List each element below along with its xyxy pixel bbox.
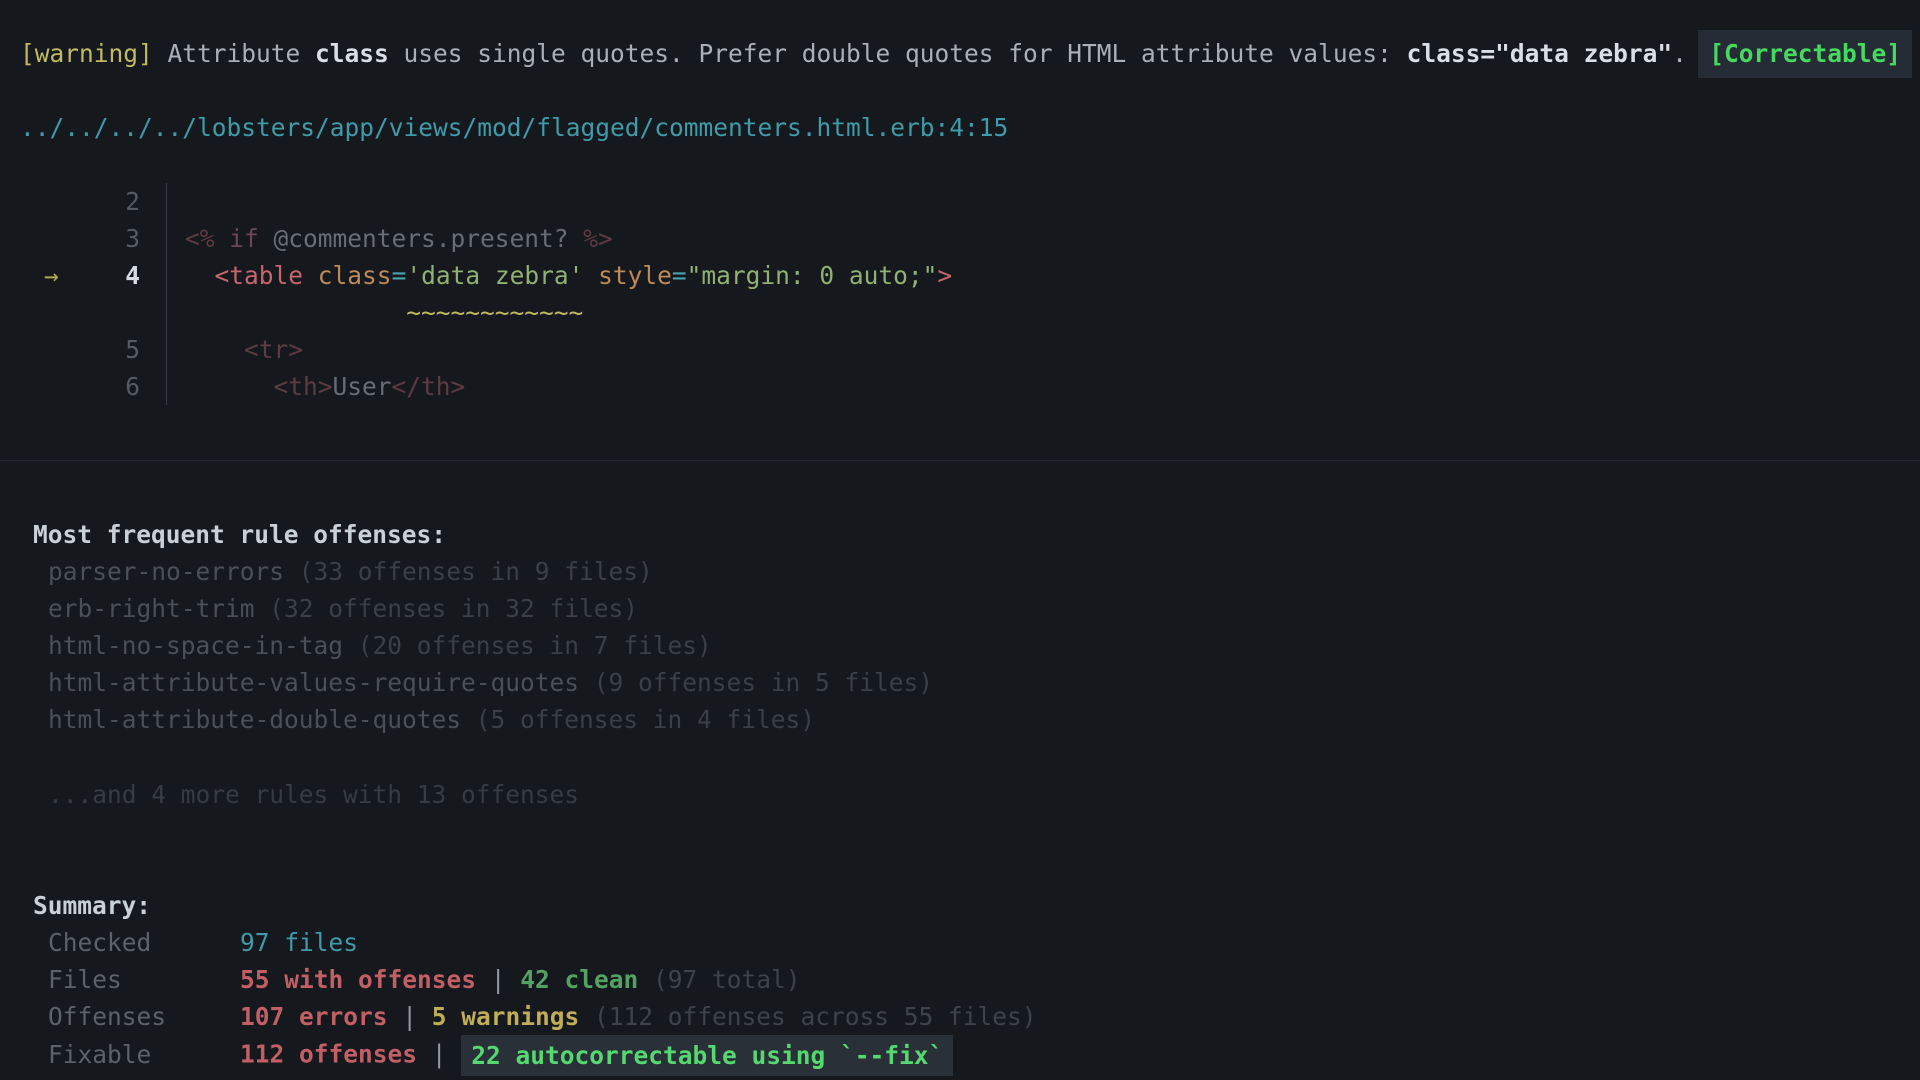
checked-files-value: 97 files	[240, 928, 358, 957]
rule-name: html-attribute-values-require-quotes	[48, 668, 579, 697]
html-tag-open: <table	[215, 261, 304, 290]
rule-item: html-no-space-in-tag (20 offenses in 7 f…	[20, 627, 1912, 664]
summary-heading: Summary:	[20, 887, 1912, 924]
rule-name: html-no-space-in-tag	[48, 631, 343, 660]
html-attr-style: style	[598, 261, 672, 290]
rule-count: (20 offenses in 7 files)	[343, 631, 712, 660]
html-attr-class: class	[318, 261, 392, 290]
warning-attribute-name: class	[315, 30, 389, 78]
gutter	[20, 294, 167, 331]
code-line-3: 3 <% if @commenters.present? %>	[20, 220, 1912, 257]
code-line-2: 2	[20, 183, 1912, 220]
gutter: 5	[20, 331, 167, 368]
summary-label-fixable: Fixable	[48, 1036, 240, 1073]
more-rules-note: ...and 4 more rules with 13 offenses	[20, 776, 1912, 813]
summary-row-checked: Checked97 files	[20, 924, 1912, 961]
error-squiggle-underline: ~~~~~~~~~~~~	[406, 298, 583, 327]
pipe-separator: |	[476, 965, 520, 994]
summary-row-offenses: Offenses107 errors | 5 warnings (112 off…	[20, 998, 1912, 1035]
rule-item: erb-right-trim (32 offenses in 32 files)	[20, 590, 1912, 627]
html-tag-th-close: </th>	[392, 372, 466, 401]
erb-close-tag: %>	[583, 224, 613, 253]
fixable-offenses-value: 112 offenses	[240, 1040, 417, 1069]
html-tag-th-open: <th>	[274, 372, 333, 401]
rules-heading: Most frequent rule offenses:	[20, 516, 1912, 553]
summary-row-fixable: Fixable112 offenses | 22 autocorrectable…	[20, 1035, 1912, 1072]
warning-severity-label: [warning]	[20, 30, 153, 78]
rule-item: html-attribute-values-require-quotes (9 …	[20, 664, 1912, 701]
code-line-5: 5 <tr>	[20, 331, 1912, 368]
pipe-separator: |	[417, 1040, 461, 1069]
line-number-3: 3	[72, 220, 166, 257]
errors-count-value: 107 errors	[240, 1002, 388, 1031]
ruby-keyword: if	[229, 224, 259, 253]
autocorrectable-badge: 22 autocorrectable using `--fix`	[461, 1035, 953, 1076]
total-files-note: (97 total)	[638, 965, 800, 994]
equals-operator: =	[392, 261, 407, 290]
line-number-2: 2	[72, 183, 166, 220]
terminal-output[interactable]: [warning] Attribute class uses single qu…	[20, 30, 1912, 1072]
cell-text: User	[333, 372, 392, 401]
gutter: →4	[20, 257, 167, 294]
pointer-arrow-icon: →	[20, 257, 72, 294]
pipe-separator: |	[388, 1002, 432, 1031]
attr-value-single-quoted: 'data zebra'	[406, 261, 583, 290]
rule-count: (9 offenses in 5 files)	[579, 668, 933, 697]
summary-row-files: Files55 with offenses | 42 clean (97 tot…	[20, 961, 1912, 998]
warning-attribute-value: class="data zebra"	[1407, 30, 1673, 78]
summary-label-checked: Checked	[48, 924, 240, 961]
equals-operator: =	[672, 261, 687, 290]
clean-files-value: 42 clean	[520, 965, 638, 994]
section-divider	[0, 460, 1920, 461]
warning-message-part2: uses single quotes. Prefer double quotes…	[389, 30, 1407, 78]
code-line-6: 6 <th>User</th>	[20, 368, 1912, 405]
rule-count: (33 offenses in 9 files)	[284, 557, 653, 586]
code-snippet: 2 3 <% if @commenters.present? %> →4 <tab…	[20, 183, 1912, 405]
rule-name: erb-right-trim	[48, 594, 255, 623]
line-number-4: 4	[72, 257, 166, 294]
correctable-badge: [Correctable]	[1698, 30, 1912, 78]
rule-count: (5 offenses in 4 files)	[461, 705, 815, 734]
html-tag-tr: <tr>	[244, 335, 303, 364]
attr-value-double-quoted: "margin: 0 auto;"	[687, 261, 938, 290]
rule-item: parser-no-errors (33 offenses in 9 files…	[20, 553, 1912, 590]
erb-open-tag: <%	[185, 224, 229, 253]
summary-label-files: Files	[48, 961, 240, 998]
warnings-count-value: 5 warnings	[432, 1002, 580, 1031]
gutter: 2	[20, 183, 167, 220]
html-tag-close-bracket: >	[937, 261, 952, 290]
rule-name: html-attribute-double-quotes	[48, 705, 461, 734]
rule-item: html-attribute-double-quotes (5 offenses…	[20, 701, 1912, 738]
gutter: 3	[20, 220, 167, 257]
gutter: 6	[20, 368, 167, 405]
warning-message-period: .	[1672, 30, 1687, 78]
file-path: ../../../../lobsters/app/views/mod/flagg…	[20, 109, 1912, 146]
offenses-total-note: (112 offenses across 55 files)	[579, 1002, 1036, 1031]
summary-label-offenses: Offenses	[48, 998, 240, 1035]
warning-message-part1: Attribute	[153, 30, 315, 78]
ruby-expression: @commenters.present?	[259, 224, 584, 253]
squiggle-row: ~~~~~~~~~~~~	[20, 294, 1912, 331]
line-number-5: 5	[72, 331, 166, 368]
rule-count: (32 offenses in 32 files)	[255, 594, 639, 623]
rules-list: parser-no-errors (33 offenses in 9 files…	[20, 553, 1912, 738]
code-line-4-highlighted: →4 <table class='data zebra' style="marg…	[20, 257, 1912, 294]
lint-warning-line: [warning] Attribute class uses single qu…	[20, 30, 1912, 78]
files-with-offenses-value: 55 with offenses	[240, 965, 476, 994]
rule-name: parser-no-errors	[48, 557, 284, 586]
line-number-6: 6	[72, 368, 166, 405]
